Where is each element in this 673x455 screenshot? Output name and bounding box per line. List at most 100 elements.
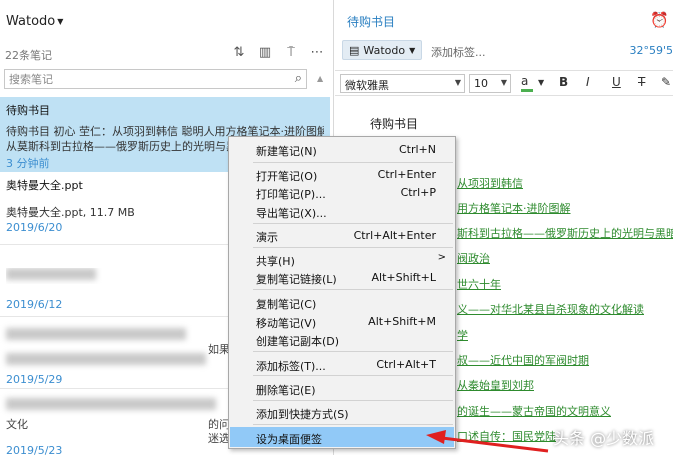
menu-item-label: 复制笔记(C) bbox=[256, 298, 317, 311]
menu-item-delete-note[interactable]: 删除笔记(E) bbox=[230, 378, 454, 398]
menu-divider bbox=[253, 351, 453, 352]
book-link[interactable]: 叔——近代中国的军阀时期 bbox=[457, 352, 589, 368]
note-count: 22条笔记 bbox=[5, 49, 52, 62]
menu-divider bbox=[253, 247, 453, 248]
menu-item-label: 演示 bbox=[256, 231, 278, 244]
scroll-up-icon[interactable]: ▲ bbox=[317, 74, 323, 83]
menu-item-shortcut: Alt+Shift+L bbox=[371, 271, 436, 284]
menu-item-label: 新建笔记(N) bbox=[256, 145, 317, 158]
watermark: 头条 @少数派 bbox=[553, 429, 655, 448]
menu-item-label: 添加标签(T)... bbox=[256, 360, 326, 373]
menu-item-label: 导出笔记(X)... bbox=[256, 207, 327, 220]
editor-notebook-name: Watodo bbox=[363, 43, 406, 57]
chevron-down-icon: ▼ bbox=[409, 45, 416, 55]
menu-item-label: 复制笔记链接(L) bbox=[256, 273, 337, 286]
menu-item-label: 添加到快捷方式(S) bbox=[256, 408, 349, 421]
font-size-select[interactable]: 10 ▼ bbox=[469, 74, 511, 93]
book-link[interactable]: 从项羽到韩信 bbox=[457, 175, 523, 191]
reminder-icon[interactable]: ⍑ bbox=[283, 45, 299, 60]
menu-divider bbox=[253, 400, 453, 401]
list-toolbar: ⇅ ▥ ⍑ ⋯ bbox=[231, 45, 325, 60]
more-icon[interactable]: ⋯ bbox=[309, 45, 325, 60]
menu-item-export-note[interactable]: 导出笔记(X)... bbox=[230, 201, 454, 221]
location-coord: 32°59'5 bbox=[629, 44, 673, 57]
blurred-text bbox=[6, 398, 216, 410]
italic-icon[interactable]: I bbox=[586, 75, 590, 89]
blurred-text bbox=[6, 268, 96, 280]
menu-item-label: 设为桌面便签 bbox=[256, 433, 322, 446]
book-link[interactable]: 用方格笔记本·进阶图解 bbox=[457, 200, 571, 216]
menu-item-label: 删除笔记(E) bbox=[256, 384, 316, 397]
alarm-clock-icon[interactable]: ⏰ bbox=[650, 11, 669, 29]
menu-item-shortcut: Alt+Shift+M bbox=[368, 315, 436, 328]
menu-item-shortcut: Ctrl+Alt+Enter bbox=[353, 229, 436, 242]
chevron-down-icon: ▼ bbox=[57, 17, 64, 26]
menu-item-add-tag[interactable]: 添加标签(T)... Ctrl+Alt+T bbox=[230, 354, 454, 374]
note-time: 2019/5/29 bbox=[6, 373, 63, 386]
menu-item-move-note[interactable]: 移动笔记(V) Alt+Shift+M bbox=[230, 311, 454, 331]
menu-item-new-note[interactable]: 新建笔记(N) Ctrl+N bbox=[230, 139, 454, 159]
book-link[interactable]: 世六十年 bbox=[457, 276, 501, 292]
font-color-swatch bbox=[521, 89, 533, 92]
note-snippet-line: 奥特曼大全.ppt, 11.7 MB bbox=[6, 206, 135, 219]
menu-item-present[interactable]: 演示 Ctrl+Alt+Enter bbox=[230, 225, 454, 245]
menu-item-print-note[interactable]: 打印笔记(P)... Ctrl+P bbox=[230, 182, 454, 202]
add-tag-field[interactable]: 添加标签... bbox=[431, 44, 486, 60]
menu-item-open-note[interactable]: 打开笔记(O) Ctrl+Enter bbox=[230, 164, 454, 184]
book-link[interactable]: 学 bbox=[457, 327, 468, 343]
notebook-icon: ▤ bbox=[349, 43, 360, 57]
menu-item-add-shortcut[interactable]: 添加到快捷方式(S) bbox=[230, 402, 454, 422]
search-icon[interactable]: ⌕ bbox=[295, 71, 302, 86]
note-title: 待购书目 bbox=[6, 104, 50, 117]
menu-item-copy-link[interactable]: 复制笔记链接(L) Alt+Shift+L bbox=[230, 267, 454, 287]
strikethrough-icon[interactable]: T bbox=[638, 75, 645, 89]
chevron-down-icon[interactable]: ▼ bbox=[538, 78, 544, 87]
view-toggle-icon[interactable]: ▥ bbox=[257, 45, 273, 60]
menu-item-label: 创建笔记副本(D) bbox=[256, 335, 340, 348]
menu-item-label: 打印笔记(P)... bbox=[256, 188, 326, 201]
font-color-button[interactable]: a bbox=[521, 74, 533, 92]
blurred-text bbox=[6, 353, 206, 365]
font-select[interactable]: 微软雅黑 ▼ bbox=[340, 74, 465, 93]
font-color-icon: a bbox=[521, 74, 529, 88]
font-size-value: 10 bbox=[474, 77, 488, 90]
book-link[interactable]: 斯科到古拉格——俄罗斯历史上的光明与黑暗 bbox=[457, 225, 673, 241]
menu-divider bbox=[253, 375, 453, 376]
format-toolbar: 微软雅黑 ▼ 10 ▼ a ▼ B I U T ✎ bbox=[335, 70, 673, 96]
book-link[interactable]: 义——对华北某县自杀现象的文化解读 bbox=[457, 301, 644, 317]
underline-icon[interactable]: U bbox=[612, 75, 621, 89]
context-menu: 新建笔记(N) Ctrl+N 打开笔记(O) Ctrl+Enter 打印笔记(P… bbox=[228, 136, 456, 449]
menu-divider bbox=[253, 162, 453, 163]
book-link[interactable]: 的诞生——蒙古帝国的文明意义 bbox=[457, 403, 611, 419]
bold-icon[interactable]: B bbox=[559, 75, 568, 89]
font-select-value: 微软雅黑 bbox=[345, 79, 389, 92]
menu-item-shortcut: Ctrl+Enter bbox=[377, 168, 436, 181]
menu-divider bbox=[253, 223, 453, 224]
note-fragment: 文化 bbox=[6, 418, 28, 431]
notebook-selector[interactable]: Watodo ▼ bbox=[6, 14, 63, 29]
annotation-arrow bbox=[426, 430, 549, 453]
highlighter-icon[interactable]: ✎ bbox=[661, 75, 671, 89]
chevron-down-icon: ▼ bbox=[454, 78, 461, 87]
editor-note-title[interactable]: 待购书目 bbox=[347, 13, 395, 30]
chevron-down-icon: ▼ bbox=[500, 78, 507, 87]
editor-notebook-selector[interactable]: ▤ Watodo ▼ bbox=[342, 40, 423, 60]
menu-divider bbox=[253, 289, 453, 290]
menu-item-share[interactable]: 共享(H) > bbox=[230, 249, 454, 269]
menu-item-copy-note[interactable]: 复制笔记(C) bbox=[230, 292, 454, 312]
search-box: ⌕ bbox=[4, 69, 307, 89]
chevron-right-icon: > bbox=[437, 252, 446, 263]
book-link[interactable]: 从秦始皇到刘邦 bbox=[457, 377, 534, 393]
book-link[interactable]: 阀政治 bbox=[457, 250, 490, 266]
menu-item-duplicate-note[interactable]: 创建笔记副本(D) bbox=[230, 329, 454, 349]
search-input[interactable] bbox=[5, 70, 275, 88]
note-fragment: 迷选 bbox=[208, 432, 230, 445]
menu-item-shortcut: Ctrl+P bbox=[400, 186, 436, 199]
blurred-text bbox=[6, 328, 186, 340]
menu-item-shortcut: Ctrl+N bbox=[398, 143, 436, 156]
sort-icon[interactable]: ⇅ bbox=[231, 45, 247, 60]
note-time: 2019/5/23 bbox=[6, 444, 63, 455]
note-fragment: 如果 bbox=[208, 343, 230, 356]
notebook-name: Watodo bbox=[6, 14, 56, 29]
doc-heading: 待购书目 bbox=[370, 117, 419, 131]
